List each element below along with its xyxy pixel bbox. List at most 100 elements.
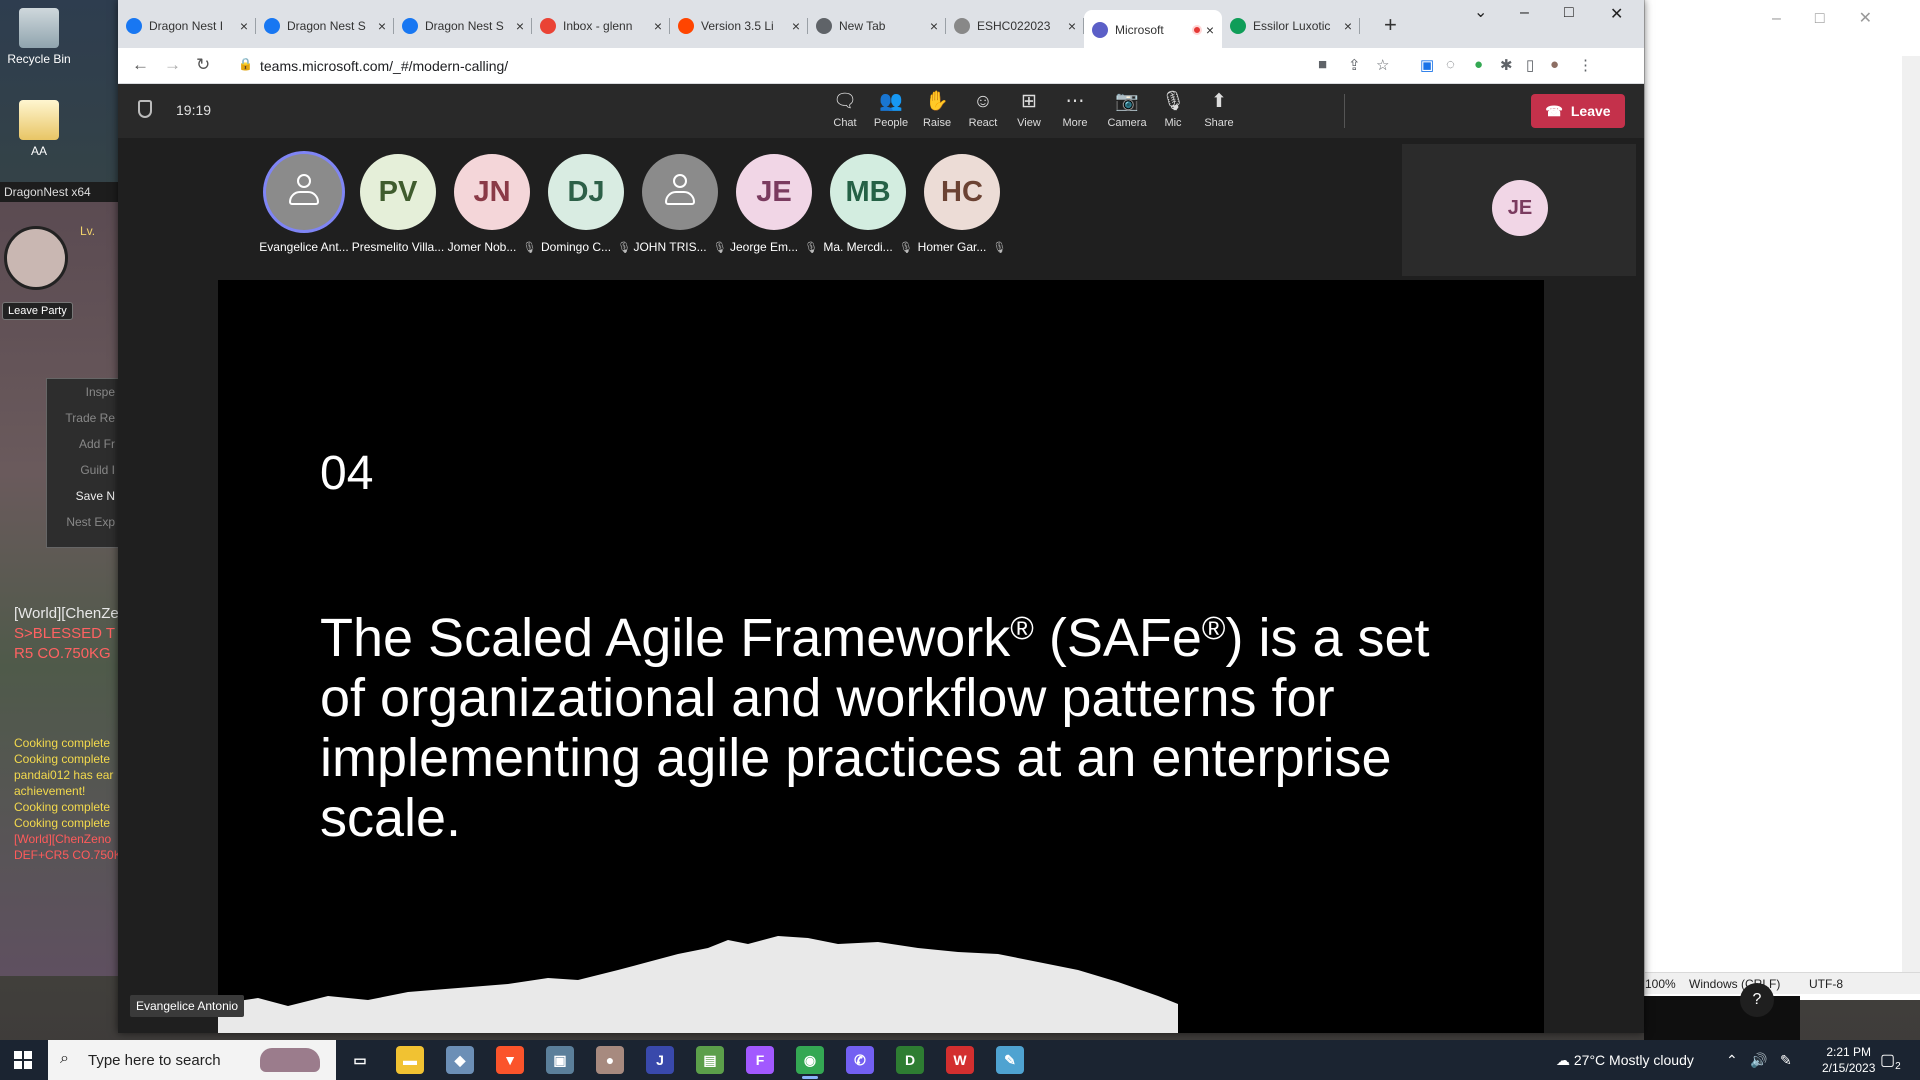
- start-button[interactable]: [14, 1051, 32, 1069]
- game-window-title[interactable]: DragonNest x64: [0, 182, 120, 202]
- browser-tab[interactable]: New Tab ×: [808, 10, 946, 42]
- context-item[interactable]: Save N: [47, 483, 121, 509]
- more-icon: ⋯: [1065, 91, 1085, 112]
- notepad-scrollbar[interactable]: [1902, 56, 1920, 976]
- lock-icon[interactable]: 🔒: [238, 57, 253, 71]
- profile-avatar-icon[interactable]: ●: [1550, 56, 1559, 73]
- tab-close-icon[interactable]: ×: [240, 18, 248, 34]
- browser-tab[interactable]: Microsoft ×: [1084, 10, 1222, 50]
- tab-close-icon[interactable]: ×: [1344, 18, 1352, 34]
- close-icon[interactable]: ✕: [1610, 4, 1623, 24]
- chrome-icon: [816, 18, 832, 34]
- viber-icon[interactable]: ✆: [846, 1046, 874, 1074]
- tab-close-icon[interactable]: ×: [516, 18, 524, 34]
- forward-icon[interactable]: →: [164, 55, 181, 75]
- side-panel-icon[interactable]: ▯: [1526, 56, 1534, 74]
- address-bar[interactable]: 🔒 teams.microsoft.com/_#/modern-calling/: [228, 52, 1428, 80]
- browser-tab[interactable]: Dragon Nest I ×: [118, 10, 256, 42]
- participant-tile[interactable]: JOHN TRIS... 🎙: [632, 154, 728, 254]
- share-page-icon[interactable]: ⇪: [1348, 56, 1361, 74]
- browser-tab[interactable]: Dragon Nest S ×: [394, 10, 532, 42]
- search-highlight-image: [260, 1048, 320, 1072]
- notification-count: 2: [1895, 1061, 1901, 1073]
- participant-tile[interactable]: Evangelice Ant...: [256, 154, 352, 254]
- browser-tab[interactable]: Inbox - glenn ×: [532, 10, 670, 42]
- context-item[interactable]: Trade Re: [47, 405, 121, 431]
- camera-site-icon[interactable]: ■: [1318, 56, 1327, 73]
- participant-name: Presmelito Villa...: [351, 240, 445, 254]
- notepad-status-bar: 100% Windows (CRLF) UTF-8: [1645, 972, 1920, 994]
- context-item[interactable]: Inspe: [47, 379, 121, 405]
- notification-icon[interactable]: ▢2: [1880, 1050, 1901, 1072]
- minimize-icon[interactable]: –: [1520, 4, 1529, 22]
- tab-close-icon[interactable]: ×: [1068, 18, 1076, 34]
- reload-icon[interactable]: ↻: [196, 55, 210, 75]
- photos-icon[interactable]: ▣: [546, 1046, 574, 1074]
- context-item[interactable]: Nest Exp: [47, 509, 121, 535]
- browser-tab[interactable]: ESHC022023 ×: [946, 10, 1084, 42]
- extensions-puzzle-icon[interactable]: ✱: [1500, 56, 1513, 74]
- game-avatar[interactable]: [4, 226, 68, 290]
- dragon-nest-icon[interactable]: D: [896, 1046, 924, 1074]
- toolbar-divider: [1344, 94, 1345, 128]
- participant-tile[interactable]: HC Homer Gar... 🎙: [914, 154, 1010, 254]
- browser-tab[interactable]: Essilor Luxotic ×: [1222, 10, 1360, 42]
- tab-close-icon[interactable]: ×: [1206, 22, 1214, 38]
- new-tab-button[interactable]: +: [1384, 12, 1397, 38]
- system-clock[interactable]: 2:21 PM 2/15/2023: [1822, 1044, 1875, 1076]
- browser-tab[interactable]: Version 3.5 Li ×: [670, 10, 808, 42]
- context-item[interactable]: Guild I: [47, 457, 121, 483]
- participant-tile[interactable]: PV Presmelito Villa...: [350, 154, 446, 254]
- chat-line: [World][ChenZeno: [14, 832, 112, 846]
- participant-tile[interactable]: JE Jeorge Em... 🎙: [726, 154, 822, 254]
- volume-icon[interactable]: 🔊: [1750, 1052, 1767, 1069]
- share-button[interactable]: ⬆ Share: [1192, 90, 1246, 129]
- tab-close-icon[interactable]: ×: [792, 18, 800, 34]
- menu-kebab-icon[interactable]: ⋮: [1578, 56, 1593, 74]
- meeting-control-bar: 19:19 🗨 Chat 👥 People ✋ Raise ☺ React ⊞ View ⋯ More…: [118, 84, 1644, 138]
- browser-tab[interactable]: Dragon Nest S ×: [256, 10, 394, 42]
- registered-mark: ®: [1201, 610, 1226, 646]
- extension-icon[interactable]: ◌: [1446, 56, 1455, 73]
- tab-close-icon[interactable]: ×: [378, 18, 386, 34]
- url-text[interactable]: teams.microsoft.com/_#/modern-calling/: [260, 58, 508, 74]
- app-icon[interactable]: ◆: [446, 1046, 474, 1074]
- back-icon[interactable]: ←: [132, 55, 149, 75]
- more-button[interactable]: ⋯ More: [1048, 90, 1102, 129]
- notepad-window[interactable]: –□✕ 100% Windows (CRLF) UTF-8: [1644, 0, 1920, 1000]
- recycle-bin-shortcut[interactable]: Recycle Bin: [4, 8, 74, 66]
- leave-button[interactable]: ☎ Leave: [1531, 94, 1625, 128]
- tab-close-icon[interactable]: ×: [930, 18, 938, 34]
- help-button[interactable]: ?: [1740, 983, 1774, 1017]
- participant-avatar: JN: [454, 154, 530, 230]
- app-icon[interactable]: ●: [596, 1046, 624, 1074]
- task-view-icon[interactable]: ▭: [346, 1046, 374, 1074]
- participant-name-row: Evangelice Ant...: [256, 240, 352, 254]
- leave-party-button[interactable]: Leave Party: [2, 302, 73, 320]
- tab-close-icon[interactable]: ×: [654, 18, 662, 34]
- taskbar-search[interactable]: ⌕ Type here to search: [48, 1040, 336, 1080]
- brave-browser-icon[interactable]: ▼: [496, 1046, 524, 1074]
- notepad-icon[interactable]: ✎: [996, 1046, 1024, 1074]
- chrome-taskbar-icon[interactable]: ◉: [796, 1046, 824, 1079]
- extension-icon[interactable]: ●: [1474, 56, 1483, 73]
- pen-icon[interactable]: ✎: [1780, 1052, 1792, 1069]
- extension-icon[interactable]: ▣: [1420, 56, 1434, 74]
- participant-tile[interactable]: MB Ma. Mercdi... 🎙: [820, 154, 916, 254]
- jetbrains-icon[interactable]: J: [646, 1046, 674, 1074]
- context-item[interactable]: Add Fr: [47, 431, 121, 457]
- bookmark-star-icon[interactable]: ☆: [1376, 56, 1389, 74]
- tab-search-icon[interactable]: ⌄: [1474, 2, 1487, 22]
- tray-chevron-icon[interactable]: ⌃: [1726, 1052, 1738, 1069]
- self-video-tile[interactable]: JE: [1402, 144, 1636, 276]
- participant-tile[interactable]: DJ Domingo C... 🎙: [538, 154, 634, 254]
- notepad-window-controls[interactable]: –□✕: [1772, 8, 1906, 28]
- weather-widget[interactable]: ☁ 27°C Mostly cloudy: [1556, 1052, 1694, 1069]
- wps-office-icon[interactable]: W: [946, 1046, 974, 1074]
- file-explorer-icon[interactable]: ▬: [396, 1046, 424, 1074]
- aa-folder-shortcut[interactable]: AA: [4, 100, 74, 158]
- notepad-plus-icon[interactable]: ▤: [696, 1046, 724, 1074]
- figma-icon[interactable]: F: [746, 1046, 774, 1074]
- maximize-icon[interactable]: □: [1564, 4, 1574, 22]
- participant-tile[interactable]: JN Jomer Nob... 🎙: [444, 154, 540, 254]
